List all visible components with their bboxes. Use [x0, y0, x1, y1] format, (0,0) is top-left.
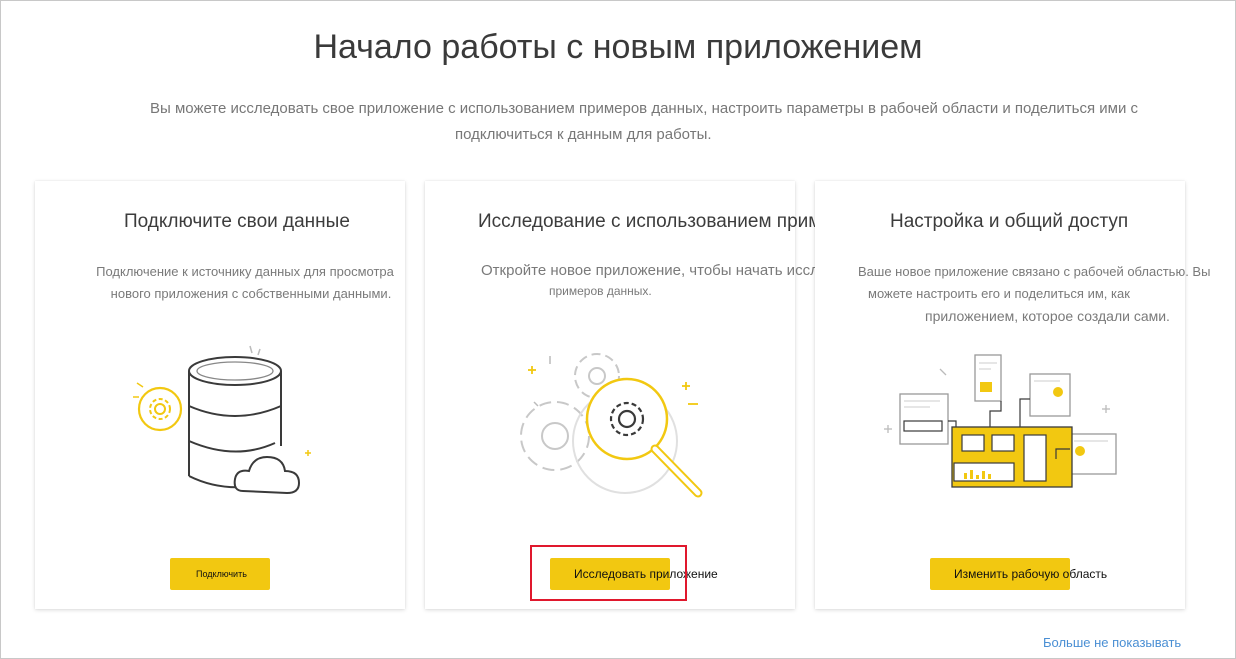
dashboard-share-icon: [884, 354, 1117, 488]
card-customize-share: Настройка и общий доступ Ваше новое прил…: [815, 181, 1210, 609]
subtitle-line-1: Вы можете исследовать свое приложение с …: [150, 100, 1139, 117]
card-description: Ваше новое приложение связано с рабочей …: [858, 261, 1210, 327]
edit-workspace-button[interactable]: Изменить рабочую область: [930, 558, 1107, 590]
gears-magnifier-icon: [520, 353, 703, 498]
connect-button[interactable]: Подключить: [170, 558, 270, 590]
card-desc-line-3: приложением, которое создали сами.: [925, 308, 1170, 324]
connect-button-label: Подключить: [196, 569, 247, 579]
card-description: Подключение к источнику данных для просм…: [85, 261, 405, 305]
highlight-box: [530, 545, 687, 601]
subtitle-line-2: подключиться к данным для работы.: [455, 126, 712, 143]
card-title: Настройка и общий доступ: [890, 211, 1129, 232]
page-subtitle: Вы можете исследовать свое приложение с …: [150, 96, 1236, 148]
card-connect-data: Подключите свои данные Подключение к ист…: [35, 181, 405, 609]
card-desc-line-2: нового приложения с собственными данными…: [110, 286, 392, 301]
database-gear-cloud-icon: [133, 345, 311, 495]
card-desc-line-1: Ваше новое приложение связано с рабочей …: [858, 264, 1211, 279]
card-desc-line-1: Подключение к источнику данных для просм…: [96, 264, 394, 279]
card-desc-line-2: можете настроить его и поделиться им, ка…: [868, 286, 1130, 301]
dont-show-again-link[interactable]: Больше не показывать: [1043, 635, 1181, 650]
edit-workspace-button-label: Изменить рабочую область: [954, 567, 1108, 581]
card-title: Подключите свои данные: [124, 211, 350, 232]
page-title: Начало работы с новым приложением: [313, 28, 923, 66]
